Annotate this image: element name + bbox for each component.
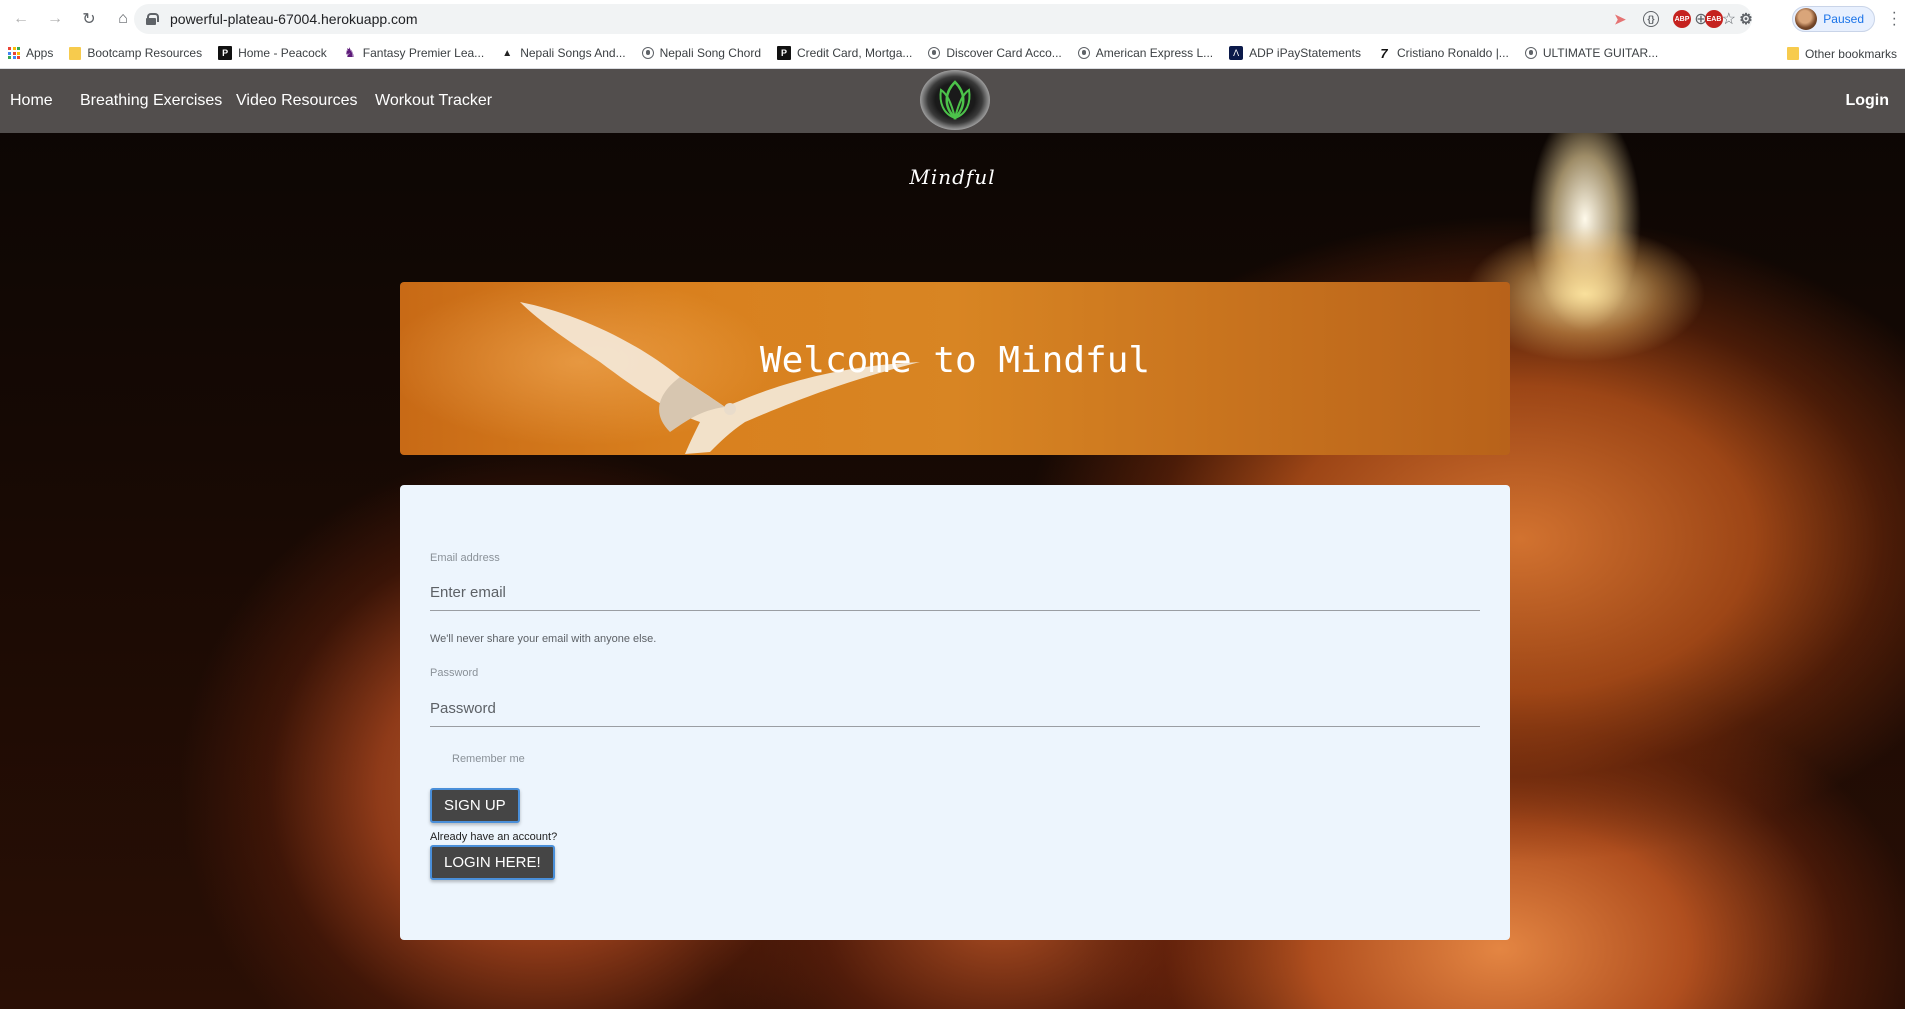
globe-icon <box>641 47 654 59</box>
page: Home Breathing Exercises Video Resources… <box>0 69 1905 1009</box>
bookmark-fantasy[interactable]: ♞ Fantasy Premier Lea... <box>335 38 492 69</box>
bookmark-label: Discover Card Acco... <box>946 46 1062 60</box>
back-icon[interactable]: ← <box>8 6 34 32</box>
bookmark-label: Credit Card, Mortga... <box>797 46 913 60</box>
globe-icon <box>928 47 941 59</box>
bookmark-label: ADP iPayStatements <box>1249 46 1361 60</box>
signup-button[interactable]: SIGN UP <box>430 788 520 823</box>
bookmark-label: Home - Peacock <box>238 46 327 60</box>
bookmark-label: Cristiano Ronaldo |... <box>1396 46 1509 60</box>
login-here-button[interactable]: LOGIN HERE! <box>430 845 555 880</box>
address-bar[interactable]: powerful-plateau-67004.herokuapp.com ⊕ ☆ <box>134 4 1752 34</box>
bookmark-adp[interactable]: Λ ADP iPayStatements <box>1221 38 1369 69</box>
bookmark-label: Fantasy Premier Lea... <box>362 46 485 60</box>
lock-icon <box>146 13 159 25</box>
folder-icon <box>69 46 82 60</box>
hero-title: Welcome to Mindful <box>759 340 1151 381</box>
extensions-puzzle-icon[interactable]: ⚙ <box>1737 10 1755 28</box>
bookmark-nepali-chord[interactable]: Nepali Song Chord <box>634 38 769 69</box>
already-account-text: Already have an account? <box>430 831 558 843</box>
lotus-logo-icon[interactable] <box>920 70 990 130</box>
bookmark-label: Nepali Song Chord <box>659 46 761 60</box>
bookmark-ronaldo[interactable]: 7 Cristiano Ronaldo |... <box>1369 38 1517 69</box>
url-text[interactable]: powerful-plateau-67004.herokuapp.com <box>170 11 418 27</box>
brand-name: Mindful <box>909 165 996 189</box>
bookmark-credit-card[interactable]: P Credit Card, Mortga... <box>769 38 920 69</box>
email-label: Email address <box>430 552 500 564</box>
globe-icon <box>1524 47 1537 59</box>
folder-icon <box>1786 47 1799 60</box>
remember-label: Remember me <box>452 753 525 765</box>
bookmark-label: Other bookmarks <box>1804 46 1897 61</box>
signup-card: Email address We'll never share your ema… <box>400 485 1510 940</box>
cast-extension-icon[interactable]: ➤ <box>1611 10 1629 28</box>
bookmark-ultimate-guitar[interactable]: ULTIMATE GUITAR... <box>1517 38 1666 69</box>
password-label: Password <box>430 667 479 679</box>
bookmark-label: Apps <box>26 46 54 60</box>
bookmark-label: ULTIMATE GUITAR... <box>1542 46 1659 60</box>
bookmarks-bar: Apps Bootcamp Resources P Home - Peacock… <box>0 38 1905 69</box>
email-field[interactable] <box>430 575 1480 611</box>
bookmark-amex[interactable]: American Express L... <box>1070 38 1221 69</box>
p-icon: P <box>777 46 791 60</box>
bookmark-apps[interactable]: Apps <box>0 38 61 69</box>
bookmark-label: Bootcamp Resources <box>87 46 203 60</box>
bookmark-bootcamp[interactable]: Bootcamp Resources <box>61 38 210 69</box>
eab-extension-icon[interactable]: EAB <box>1705 10 1723 28</box>
other-bookmarks[interactable]: Other bookmarks <box>1779 38 1905 69</box>
nav-workout-tracker[interactable]: Workout Tracker <box>375 69 492 133</box>
code-extension-icon[interactable]: {} <box>1643 11 1659 27</box>
remember-checkbox[interactable] <box>436 754 446 764</box>
remember-me[interactable]: Remember me <box>436 753 525 765</box>
globe-icon <box>1077 47 1090 59</box>
nav-breathing-exercises[interactable]: Breathing Exercises <box>80 69 222 133</box>
bookmark-nepali-songs[interactable]: ▲ Nepali Songs And... <box>492 38 633 69</box>
site-navbar: Home Breathing Exercises Video Resources… <box>0 69 1905 133</box>
password-field[interactable] <box>430 691 1480 727</box>
nav-home[interactable]: Home <box>10 69 53 133</box>
triangle-icon: ▲ <box>502 47 513 59</box>
profile-button[interactable]: Paused <box>1792 6 1875 32</box>
chrome-menu-icon[interactable]: · · · <box>1892 5 1897 33</box>
premier-league-icon: ♞ <box>343 45 356 60</box>
peacock-icon: P <box>218 46 233 60</box>
adp-icon: Λ <box>1229 46 1244 60</box>
bookmark-label: American Express L... <box>1095 46 1214 60</box>
nav-video-resources[interactable]: Video Resources <box>236 69 358 133</box>
browser-toolbar: ← → ↻ ⌂ powerful-plateau-67004.herokuapp… <box>0 0 1905 38</box>
adblock-extension-icon[interactable]: ABP <box>1673 10 1691 28</box>
profile-status: Paused <box>1823 12 1864 26</box>
avatar <box>1795 8 1818 30</box>
bookmark-discover[interactable]: Discover Card Acco... <box>920 38 1069 69</box>
login-link[interactable]: Login <box>1845 69 1889 133</box>
welcome-banner: Welcome to Mindful <box>400 282 1510 455</box>
slash-icon: 7 <box>1380 45 1388 61</box>
reload-icon[interactable]: ↻ <box>76 6 102 32</box>
bookmark-label: Nepali Songs And... <box>520 46 626 60</box>
forward-icon[interactable]: → <box>42 6 68 32</box>
bookmark-peacock[interactable]: P Home - Peacock <box>210 38 335 69</box>
home-icon[interactable]: ⌂ <box>110 6 136 32</box>
email-help-text: We'll never share your email with anyone… <box>430 633 657 645</box>
apps-grid-icon <box>8 47 20 59</box>
